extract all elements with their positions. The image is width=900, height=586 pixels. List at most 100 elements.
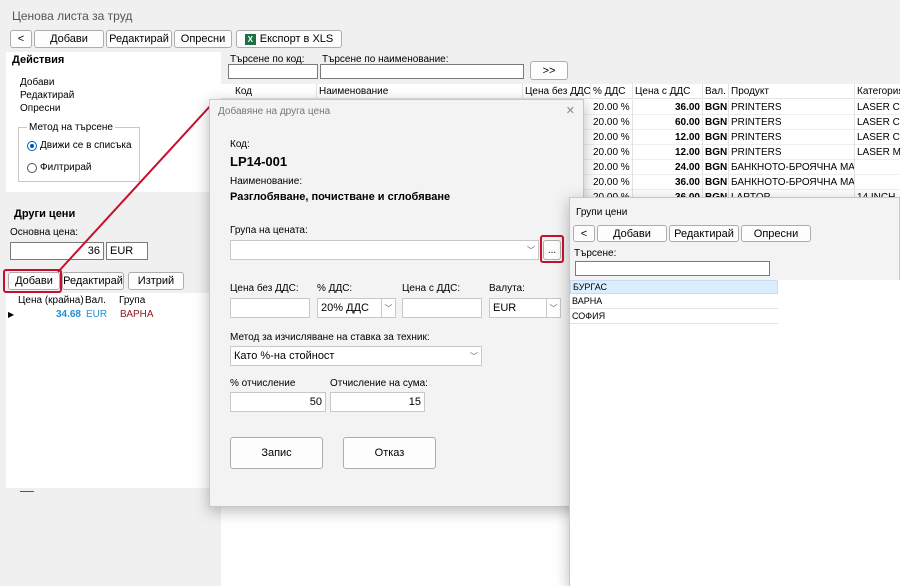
price-vat-label: Цена с ДДС: [402,283,461,294]
other-price-row-price[interactable]: 34.68 [44,309,81,320]
refresh-button[interactable]: Опресни [174,30,232,48]
cell-category: LASER COLO [855,100,900,115]
base-currency-input[interactable]: EUR [106,242,148,260]
other-prices-edit-button[interactable]: Редактирай [62,272,124,290]
price-vat-input[interactable] [402,298,482,318]
resize-grip[interactable] [20,491,34,492]
currency-select[interactable]: EUR ﹀ [489,298,561,318]
group-item-sofia[interactable]: СОФИЯ [570,310,778,324]
group-item-label: ВАРНА [572,296,603,306]
method-select[interactable]: Като %-на стойност ﹀ [230,346,482,366]
cell-category [855,175,900,190]
col-vat[interactable]: % ДДС [591,84,633,99]
deduction-sum-input[interactable]: 15 [330,392,425,412]
col-price-vat[interactable]: Цена с ДДС [633,84,703,99]
dialog-close-button[interactable]: ✕ [566,104,575,117]
method-label: Метод за изчисляване на ставка за техник… [230,332,430,343]
groups-add-button[interactable]: Добави [597,225,667,242]
cell-product: PRINTERS [729,115,855,130]
other-price-row-group[interactable]: ВАРНА [120,309,154,320]
excel-icon: X [244,33,256,45]
other-prices-delete-button[interactable]: Изтрий [128,272,184,290]
actions-item-edit[interactable]: Редактирай [20,90,74,101]
radio-move-in-list[interactable]: Движи се в списъка [27,140,132,151]
chevron-down-icon: ﹀ [381,299,395,317]
col-product[interactable]: Продукт [729,84,855,99]
cell-category: LASER MONO [855,145,900,160]
save-button[interactable]: Запис [230,437,323,469]
base-price-input[interactable]: 36 [10,242,104,260]
col-category[interactable]: Категория [855,84,900,99]
cell-category: LASER COLO [855,130,900,145]
name-value: Разглобяване, почистване и сглобяване [230,191,451,203]
search-method-legend: Метод на търсене [27,122,115,133]
cell-product: БАНКНОТО-БРОЯЧНА МАШИН [731,160,855,175]
chevron-down-icon: ﹀ [546,299,560,317]
search-go-button[interactable]: >> [530,61,568,80]
currency-label: Валута: [489,283,525,294]
col-price-no-vat[interactable]: Цена без ДДС [523,84,591,99]
other-price-row-currency[interactable]: EUR [86,309,107,320]
radio-unchecked-icon [27,162,37,173]
cell-category: LASER COLO [855,115,900,130]
cell-cur: BGN [705,130,729,145]
radio-filter[interactable]: Филтрирай [27,162,91,173]
groups-search-label: Търсене: [574,248,617,259]
add-button[interactable]: Добави [34,30,104,48]
cell-cur: BGN [705,115,729,130]
radio-filter-label: Филтрирай [40,162,92,173]
group-select[interactable]: ﹀ [230,240,539,260]
cell-cur: BGN [705,160,729,175]
vat-select-value: 20% ДДС [321,302,369,314]
actions-item-refresh[interactable]: Опресни [20,103,60,114]
add-button-highlight [3,269,62,293]
chevron-down-icon: ﹀ [527,245,535,255]
cancel-button[interactable]: Отказ [343,437,436,469]
groups-back-button[interactable]: < [573,225,595,242]
price-no-vat-input[interactable] [230,298,310,318]
other-prices-grid: Цена (крайна) Вал. Група ▶ 34.68 EUR ВАР… [6,293,221,488]
cell-product: PRINTERS [729,145,855,160]
actions-item-add[interactable]: Добави [20,77,54,88]
col-currency[interactable]: Вал. [703,84,729,99]
cell-price: 12.00 [633,145,703,160]
cell-cur: BGN [705,100,729,115]
add-price-dialog: Добавяне на друга цена ✕ Код: LP14-001 Н… [209,99,584,507]
groups-edit-button[interactable]: Редактирай [669,225,739,242]
vat-select[interactable]: 20% ДДС ﹀ [317,298,396,318]
cell-product: PRINTERS [729,130,855,145]
deduction-sum-value: 15 [408,396,421,408]
cell-vat: 20.00 % [591,130,633,145]
cell-category [855,160,900,175]
edit-button[interactable]: Редактирай [106,30,172,48]
cell-price: 12.00 [633,130,703,145]
groups-search-input[interactable] [575,261,770,276]
dialog-title: Добавяне на друга цена [218,106,331,117]
other-prices-heading: Други цени [14,208,76,220]
col-code[interactable]: Код [233,84,317,99]
cell-product: БАНКНОТО-БРОЯЧНА МАШИН [731,175,855,190]
deduction-pct-input[interactable]: 50 [230,392,326,412]
vat-label: % ДДС: [317,283,353,294]
actions-heading: Действия [12,54,65,66]
groups-refresh-button[interactable]: Опресни [741,225,811,242]
cell-vat: 20.00 % [591,175,633,190]
search-by-code-input[interactable] [228,64,318,79]
export-xls-button[interactable]: X Експорт в XLS [236,30,342,48]
deduction-pct-label: % отчисление [230,378,296,389]
method-select-value: Като %-на стойност [234,350,335,362]
radio-move-label: Движи се в списъка [40,140,132,151]
group-item-burgas[interactable]: БУРГАС [570,280,778,294]
cell-cur: BGN [705,175,729,190]
group-item-varna[interactable]: ВАРНА [570,295,778,309]
col-name[interactable]: Наименование [317,84,523,99]
group-item-label: СОФИЯ [572,311,606,321]
back-button[interactable]: < [10,30,32,48]
row-pointer-icon: ▶ [8,310,15,319]
price-groups-window: Групи цени < Добави Редактирай Опресни Т… [569,197,900,586]
cell-vat: 20.00 % [591,160,633,175]
base-currency-value: EUR [110,245,134,257]
main-window-title: Ценова листа за труд [12,9,133,23]
search-by-name-input[interactable] [320,64,524,79]
cell-vat: 20.00 % [591,100,633,115]
